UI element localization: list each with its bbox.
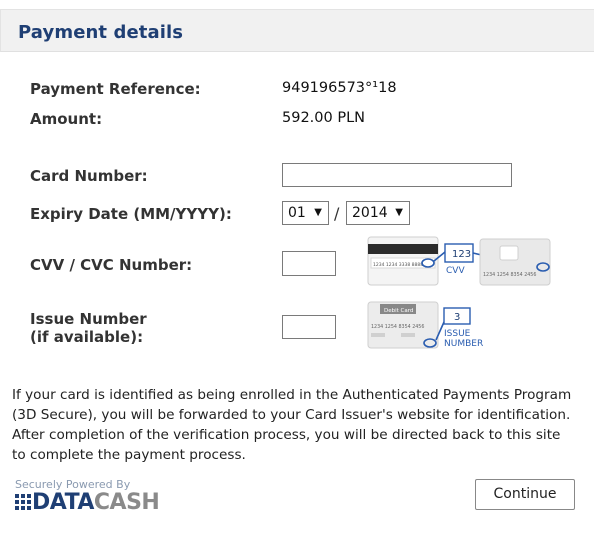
expiry-date-label: Expiry Date (MM/YYYY): — [30, 205, 232, 223]
payment-details-header: Payment details — [0, 9, 594, 52]
chevron-down-icon: ▼ — [395, 207, 403, 218]
expiry-month-value: 01 — [288, 205, 306, 221]
chevron-down-icon: ▼ — [314, 207, 322, 218]
page-title: Payment details — [18, 22, 184, 43]
payment-reference-label: Payment Reference: — [30, 80, 201, 98]
cvv-label: CVV / CVC Number: — [30, 256, 193, 274]
issue-caption-line2: NUMBER — [444, 339, 483, 349]
amount-label: Amount: — [30, 110, 103, 128]
cvv-caption: CVV — [446, 266, 465, 276]
issue-number-label-line1: Issue Number — [30, 310, 147, 328]
debit-card-detail-1 — [371, 333, 385, 337]
card-chip — [499, 245, 519, 261]
logo-brand-data: DATA — [32, 490, 94, 515]
issue-number-card-illustration: Debit Card 1234 1254 8354 2456 3 ISSUE N… — [367, 301, 483, 349]
debit-card-digits: 1234 1254 8354 2456 — [371, 324, 424, 330]
issue-number-label-line2: (if available): — [30, 328, 144, 346]
expiry-year-value: 2014 — [352, 205, 388, 221]
cvv-input[interactable] — [282, 251, 336, 276]
expiry-separator: / — [334, 204, 340, 223]
debit-card-title: Debit Card — [384, 308, 413, 314]
expiry-month-select[interactable]: 01 ▼ — [282, 201, 329, 225]
payment-reference-value: 949196573°¹18 — [282, 80, 397, 96]
cvv-card-illustration: 1234 1234 3338 8888 123 CVV 1234 1254 83… — [367, 236, 551, 286]
magnetic-strip — [368, 244, 438, 254]
cvv-example-code: 123 — [452, 249, 471, 260]
continue-button[interactable]: Continue — [475, 479, 575, 510]
strip-digits: 1234 1234 3338 8888 — [373, 262, 423, 268]
datacash-logo: DATACASH — [15, 490, 160, 515]
amount-value: 592.00 PLN — [282, 110, 366, 126]
datacash-dots-icon — [15, 494, 31, 510]
logo-brand-cash: CASH — [93, 490, 160, 515]
expiry-year-select[interactable]: 2014 ▼ — [346, 201, 410, 225]
3d-secure-info-text: If your card is identified as being enro… — [12, 387, 572, 463]
card-number-input[interactable] — [282, 163, 512, 187]
card-front-digits: 1234 1254 8354 2456 — [483, 272, 536, 278]
debit-card-detail-2 — [401, 333, 415, 337]
issue-example-code: 3 — [454, 312, 460, 323]
issue-number-input[interactable] — [282, 315, 336, 339]
card-number-label: Card Number: — [30, 167, 148, 185]
issue-caption-line1: ISSUE — [444, 329, 471, 339]
